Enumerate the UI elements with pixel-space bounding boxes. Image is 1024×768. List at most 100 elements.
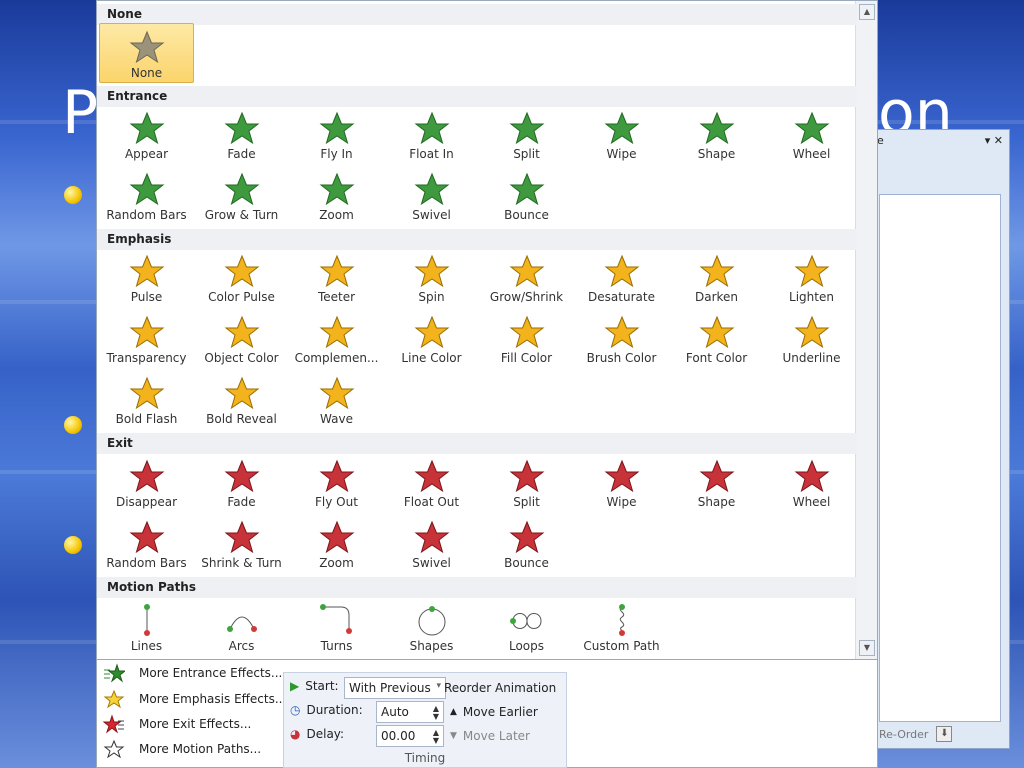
duration-value: Auto	[381, 705, 409, 719]
emphasis-effect-font-color[interactable]: Font Color	[669, 309, 764, 369]
delay-input[interactable]: 00.00 ▲ ▼	[376, 725, 444, 747]
entrance-effect-wheel[interactable]: Wheel	[764, 105, 859, 165]
delay-spinner-icon[interactable]: ▲ ▼	[433, 729, 439, 745]
section-exit-header: Exit	[97, 433, 857, 454]
emphasis-effect-darken[interactable]: Darken	[669, 248, 764, 308]
emphasis-effect-spin[interactable]: Spin	[384, 248, 479, 308]
duration-spinner-icon[interactable]: ▲ ▼	[433, 705, 439, 721]
exit-effect-bounce[interactable]: Bounce	[479, 514, 574, 574]
entrance-effect-float-in[interactable]: Float In	[384, 105, 479, 165]
entrance-effect-shape[interactable]: Shape	[669, 105, 764, 165]
entrance-effect-fly-in[interactable]: Fly In	[289, 105, 384, 165]
exit-effect-disappear[interactable]: Disappear	[99, 453, 194, 513]
section-emphasis-header: Emphasis	[97, 229, 857, 250]
emphasis-effect-lighten[interactable]: Lighten	[764, 248, 859, 308]
move-later-label: Move Later	[462, 729, 530, 743]
emphasis-effect-complemen[interactable]: Complemen...	[289, 309, 384, 369]
emphasis-effect-grow-shrink[interactable]: Grow/Shrink	[479, 248, 574, 308]
effect-label: Random Bars	[106, 208, 187, 222]
pane-list[interactable]	[879, 194, 1001, 722]
emphasis-effect-bold-flash[interactable]: Bold Flash	[99, 370, 194, 430]
none-effect-none[interactable]: None	[99, 23, 194, 83]
exit-effect-fade[interactable]: Fade	[194, 453, 289, 513]
pane-controls[interactable]: ▾ ✕	[985, 134, 1003, 150]
effect-label: Brush Color	[586, 351, 657, 365]
entrance-effect-appear[interactable]: Appear	[99, 105, 194, 165]
entrance-effect-wipe[interactable]: Wipe	[574, 105, 669, 165]
exit-effect-float-out[interactable]: Float Out	[384, 453, 479, 513]
exit-effect-zoom[interactable]: Zoom	[289, 514, 384, 574]
entrance-effect-zoom[interactable]: Zoom	[289, 166, 384, 226]
duration-input[interactable]: Auto ▲ ▼	[376, 701, 444, 723]
delay-label: Delay:	[306, 727, 345, 741]
float-in-star-icon	[414, 111, 449, 145]
effect-label: Desaturate	[588, 290, 655, 304]
shape-star-icon	[699, 459, 734, 493]
bullet-2	[64, 416, 82, 434]
section-none-header: None	[97, 4, 857, 25]
effect-label: Pulse	[130, 290, 163, 304]
emphasis-effect-desaturate[interactable]: Desaturate	[574, 248, 669, 308]
emphasis-effect-object-color[interactable]: Object Color	[194, 309, 289, 369]
reorder-down-button[interactable]: ⬇	[936, 726, 953, 742]
custom-path-star-icon	[618, 604, 625, 636]
more-motion-paths[interactable]: More Motion Paths...	[103, 738, 261, 760]
emphasis-effect-color-pulse[interactable]: Color Pulse	[194, 248, 289, 308]
more-emphasis-effects[interactable]: More Emphasis Effects...	[103, 688, 286, 710]
exit-effect-split[interactable]: Split	[479, 453, 574, 513]
effect-label: Line Color	[401, 351, 462, 365]
emphasis-effect-teeter[interactable]: Teeter	[289, 248, 384, 308]
more-exit-effects[interactable]: More Exit Effects...	[103, 713, 251, 735]
more-entrance-effects[interactable]: More Entrance Effects...	[103, 662, 282, 684]
emphasis-effect-brush-color[interactable]: Brush Color	[574, 309, 669, 369]
scroll-down-button[interactable]: ▼	[859, 640, 875, 656]
motion-effect-turns[interactable]: Turns	[289, 597, 384, 657]
exit-effect-shrink-turn[interactable]: Shrink & Turn	[194, 514, 289, 574]
effect-label: Custom Path	[583, 639, 660, 653]
exit-effect-wheel[interactable]: Wheel	[764, 453, 859, 513]
teeter-star-icon	[319, 254, 354, 288]
slide-title-left: P	[62, 78, 100, 148]
emphasis-star-icon	[103, 689, 125, 709]
emphasis-effect-pulse[interactable]: Pulse	[99, 248, 194, 308]
spin-star-icon	[414, 254, 449, 288]
motion-effect-shapes[interactable]: Shapes	[384, 597, 479, 657]
effect-label: Color Pulse	[208, 290, 275, 304]
emphasis-effect-line-color[interactable]: Line Color	[384, 309, 479, 369]
entrance-effect-random-bars[interactable]: Random Bars	[99, 166, 194, 226]
emphasis-effect-bold-reveal[interactable]: Bold Reveal	[194, 370, 289, 430]
entrance-effect-bounce[interactable]: Bounce	[479, 166, 574, 226]
exit-effect-swivel[interactable]: Swivel	[384, 514, 479, 574]
entrance-star-icon	[104, 663, 125, 683]
exit-effect-fly-out[interactable]: Fly Out	[289, 453, 384, 513]
entrance-effect-swivel[interactable]: Swivel	[384, 166, 479, 226]
effect-label: Swivel	[412, 208, 451, 222]
exit-effect-random-bars[interactable]: Random Bars	[99, 514, 194, 574]
move-later-button[interactable]: ▼ Move Later	[450, 729, 530, 743]
motion-effect-lines[interactable]: Lines	[99, 597, 194, 657]
entrance-effect-split[interactable]: Split	[479, 105, 574, 165]
emphasis-effect-wave[interactable]: Wave	[289, 370, 384, 430]
motion-effect-loops[interactable]: Loops	[479, 597, 574, 657]
entrance-effect-fade[interactable]: Fade	[194, 105, 289, 165]
move-earlier-button[interactable]: ▲ Move Earlier	[450, 705, 538, 719]
brush-color-star-icon	[604, 315, 639, 349]
wheel-star-icon	[794, 459, 829, 493]
entrance-effect-grow-turn[interactable]: Grow & Turn	[194, 166, 289, 226]
motion-effect-custom-path[interactable]: Custom Path	[574, 597, 669, 657]
none-star-icon	[129, 30, 164, 64]
emphasis-effect-transparency[interactable]: Transparency	[99, 309, 194, 369]
effect-label: Float In	[409, 147, 454, 161]
motion-effect-arcs[interactable]: Arcs	[194, 597, 289, 657]
exit-effect-shape[interactable]: Shape	[669, 453, 764, 513]
effect-label: Random Bars	[106, 556, 187, 570]
effect-label: Zoom	[319, 208, 354, 222]
scroll-up-button[interactable]: ▲	[859, 4, 875, 20]
exit-effect-wipe[interactable]: Wipe	[574, 453, 669, 513]
effect-label: Shapes	[409, 639, 454, 653]
emphasis-effect-fill-color[interactable]: Fill Color	[479, 309, 574, 369]
float-out-star-icon	[414, 459, 449, 493]
start-select[interactable]: With Previous ▾	[344, 677, 446, 699]
effect-label: Wave	[320, 412, 353, 426]
emphasis-effect-underline[interactable]: Underline	[764, 309, 859, 369]
